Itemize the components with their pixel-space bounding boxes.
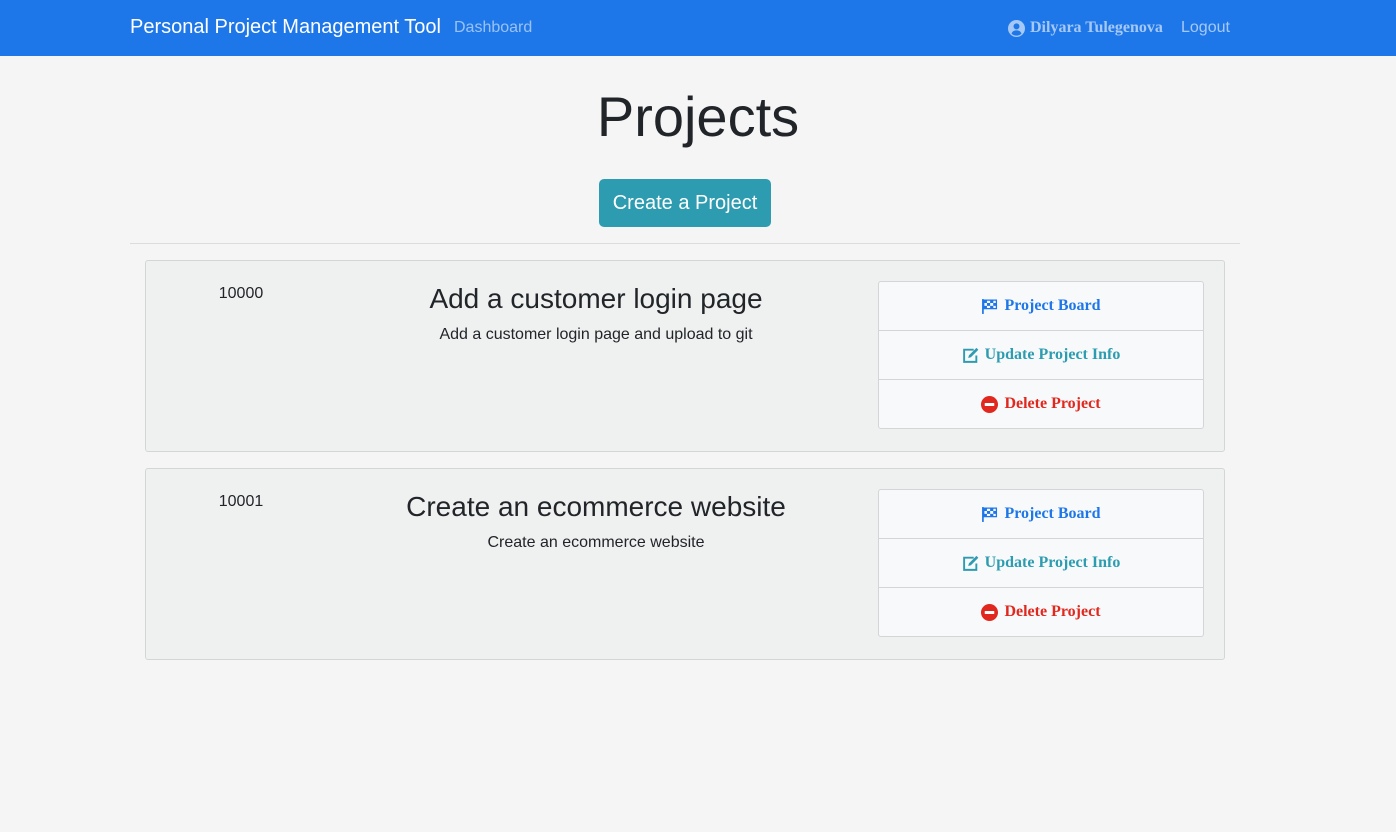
- delete-project-button[interactable]: Delete Project: [878, 379, 1204, 429]
- project-board-label: Project Board: [1004, 505, 1101, 522]
- project-actions: Project Board Update Project Info Delete…: [878, 281, 1204, 429]
- divider: [130, 243, 1240, 244]
- project-name: Create an ecommerce website: [406, 491, 786, 522]
- project-id: 10000: [218, 285, 264, 302]
- nav-user-link[interactable]: Dilyara Tulegenova: [1008, 19, 1163, 37]
- flag-checkered-icon: [981, 506, 998, 523]
- flag-checkered-icon: [981, 298, 998, 315]
- edit-icon: [962, 347, 979, 364]
- navbar: Personal Project Management Tool Dashboa…: [0, 0, 1396, 56]
- update-project-label: Update Project Info: [984, 346, 1121, 363]
- create-project-button[interactable]: Create a Project: [599, 179, 771, 227]
- project-card: 10001 Create an ecommerce website Create…: [145, 468, 1225, 660]
- brand-link[interactable]: Personal Project Management Tool: [130, 16, 441, 39]
- minus-circle-icon: [981, 603, 999, 621]
- update-project-button[interactable]: Update Project Info: [878, 330, 1204, 380]
- page-title: Projects: [596, 85, 800, 148]
- project-card: 10000 Add a customer login page Add a cu…: [145, 260, 1225, 452]
- delete-project-label: Delete Project: [1004, 603, 1101, 620]
- logout-link[interactable]: Logout: [1181, 19, 1230, 37]
- nav-dashboard-link[interactable]: Dashboard: [454, 19, 532, 37]
- edit-icon: [962, 555, 979, 572]
- project-description: Create an ecommerce website: [487, 534, 705, 551]
- project-board-button[interactable]: Project Board: [878, 489, 1204, 539]
- project-id: 10001: [218, 493, 264, 510]
- user-circle-icon: [1008, 19, 1025, 37]
- user-name: Dilyara Tulegenova: [1030, 19, 1163, 36]
- project-board-label: Project Board: [1004, 297, 1101, 314]
- project-actions: Project Board Update Project Info Delete…: [878, 489, 1204, 637]
- delete-project-button[interactable]: Delete Project: [878, 587, 1204, 637]
- project-board-button[interactable]: Project Board: [878, 281, 1204, 331]
- delete-project-label: Delete Project: [1004, 395, 1101, 412]
- project-name: Add a customer login page: [429, 283, 763, 314]
- minus-circle-icon: [981, 395, 999, 413]
- project-description: Add a customer login page and upload to …: [439, 326, 753, 343]
- update-project-label: Update Project Info: [984, 554, 1121, 571]
- update-project-button[interactable]: Update Project Info: [878, 538, 1204, 588]
